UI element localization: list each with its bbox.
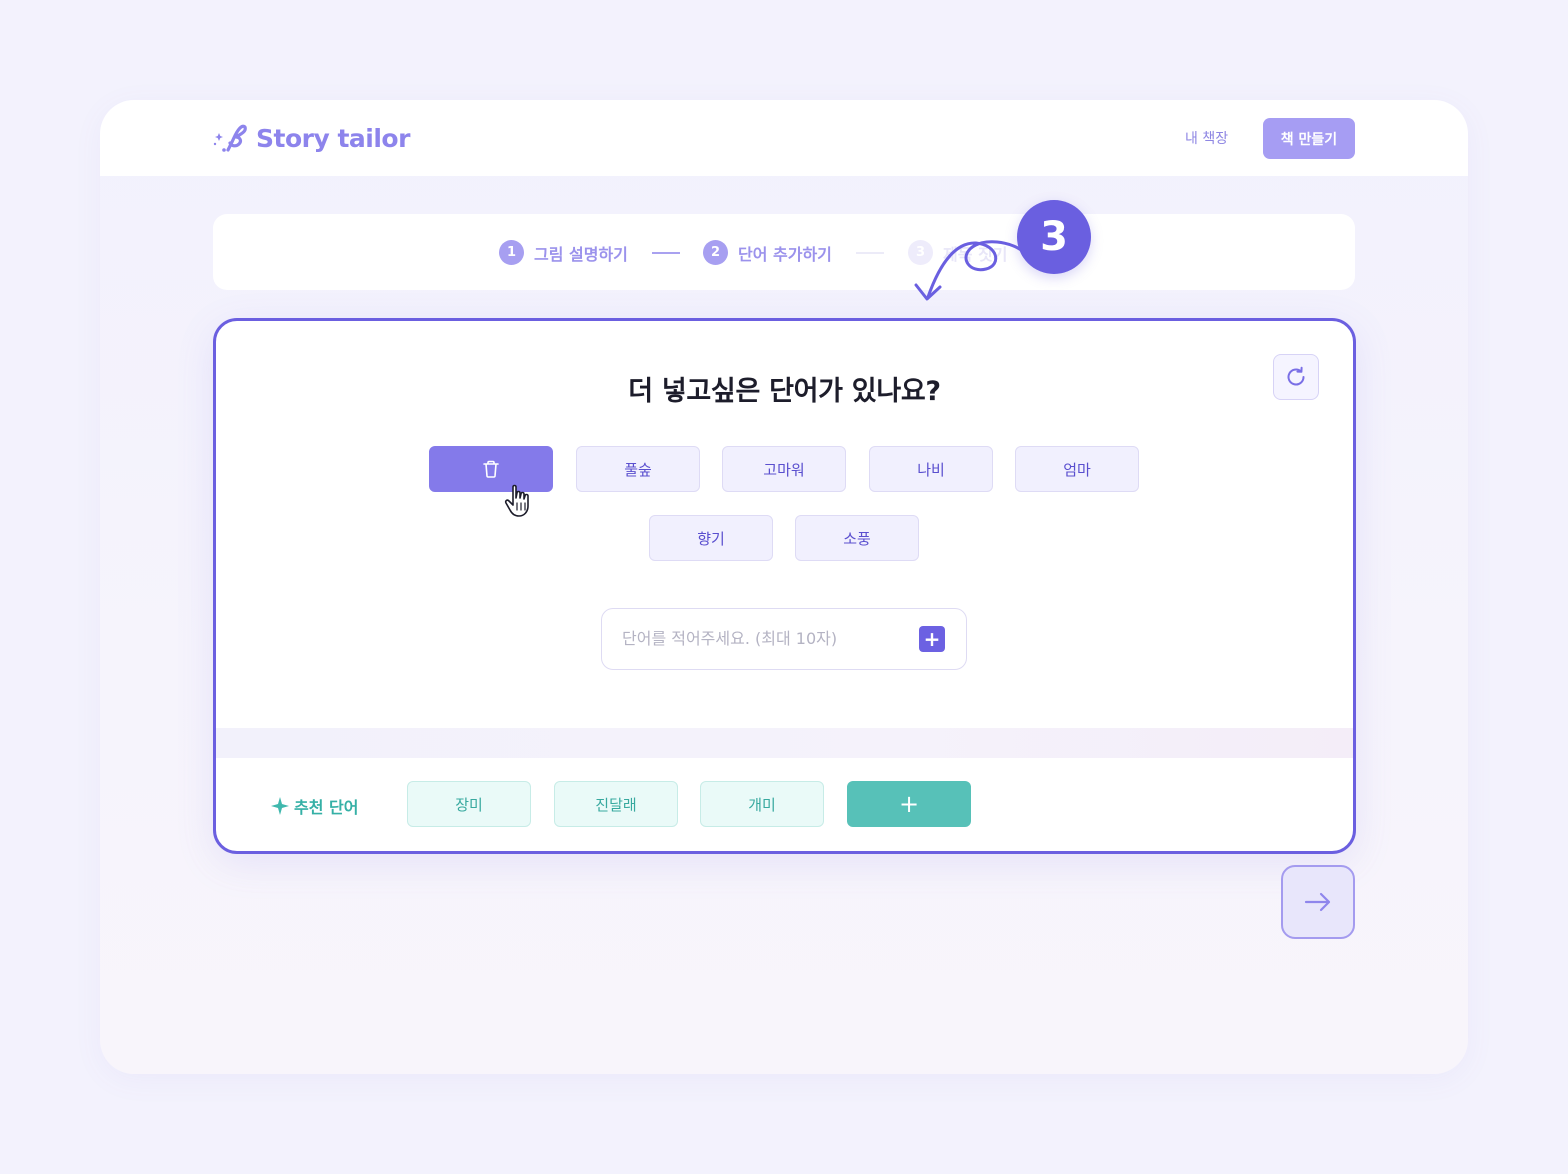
app-window: Story tailor 내 책장 책 만들기 1 그림 설명하기 2 단어 추… bbox=[100, 100, 1468, 1074]
add-recommended-button[interactable]: + bbox=[847, 781, 971, 827]
word-chip[interactable]: 고마워 bbox=[722, 446, 846, 492]
card-divider-band bbox=[216, 728, 1353, 758]
word-input[interactable] bbox=[622, 609, 902, 668]
add-word-button[interactable]: + bbox=[919, 626, 945, 652]
trash-icon bbox=[483, 460, 499, 478]
step-number: 1 bbox=[499, 240, 524, 265]
recommended-label: 추천 단어 bbox=[294, 798, 359, 817]
stepper: 1 그림 설명하기 2 단어 추가하기 3 제목 짓기 bbox=[213, 214, 1355, 290]
word-chip[interactable]: 향기 bbox=[649, 515, 773, 561]
word-chip[interactable]: 엄마 bbox=[1015, 446, 1139, 492]
step-connector bbox=[652, 252, 680, 254]
word-card: 더 넣고싶은 단어가 있나요? 풀숲 고마워 나비 엄마 향기 소풍 + bbox=[213, 318, 1356, 854]
arrow-right-icon bbox=[1304, 892, 1331, 912]
word-chip[interactable]: 나비 bbox=[869, 446, 993, 492]
sparkle-icon bbox=[271, 797, 289, 815]
step-label: 그림 설명하기 bbox=[534, 244, 628, 264]
make-book-button[interactable]: 책 만들기 bbox=[1263, 118, 1355, 159]
hand-cursor-icon bbox=[504, 484, 529, 517]
refresh-icon bbox=[1287, 366, 1305, 386]
header: Story tailor 내 책장 책 만들기 bbox=[100, 100, 1468, 176]
logo[interactable]: Story tailor bbox=[212, 120, 410, 156]
recommended-label-group: 추천 단어 bbox=[270, 794, 358, 818]
recommended-word-chip[interactable]: 개미 bbox=[700, 781, 824, 827]
word-input-box: + bbox=[601, 608, 967, 670]
recommended-word-chip[interactable]: 장미 bbox=[407, 781, 531, 827]
step-connector bbox=[856, 252, 884, 254]
step-callout-badge: 3 bbox=[1017, 200, 1091, 274]
brand-name: Story tailor bbox=[256, 123, 410, 153]
card-title: 더 넣고싶은 단어가 있나요? bbox=[628, 376, 941, 407]
next-button[interactable] bbox=[1281, 865, 1355, 939]
pen-sparkle-icon bbox=[213, 124, 247, 152]
step-2: 2 단어 추가하기 bbox=[703, 240, 832, 265]
my-bookshelf-link[interactable]: 내 책장 bbox=[1185, 128, 1228, 148]
step-number: 2 bbox=[703, 240, 728, 265]
recommended-word-chip[interactable]: 진달래 bbox=[554, 781, 678, 827]
refresh-button[interactable] bbox=[1273, 354, 1319, 400]
word-chip[interactable]: 소풍 bbox=[795, 515, 919, 561]
step-label: 단어 추가하기 bbox=[738, 244, 832, 264]
word-chip[interactable]: 풀숲 bbox=[576, 446, 700, 492]
step-1: 1 그림 설명하기 bbox=[499, 240, 628, 265]
